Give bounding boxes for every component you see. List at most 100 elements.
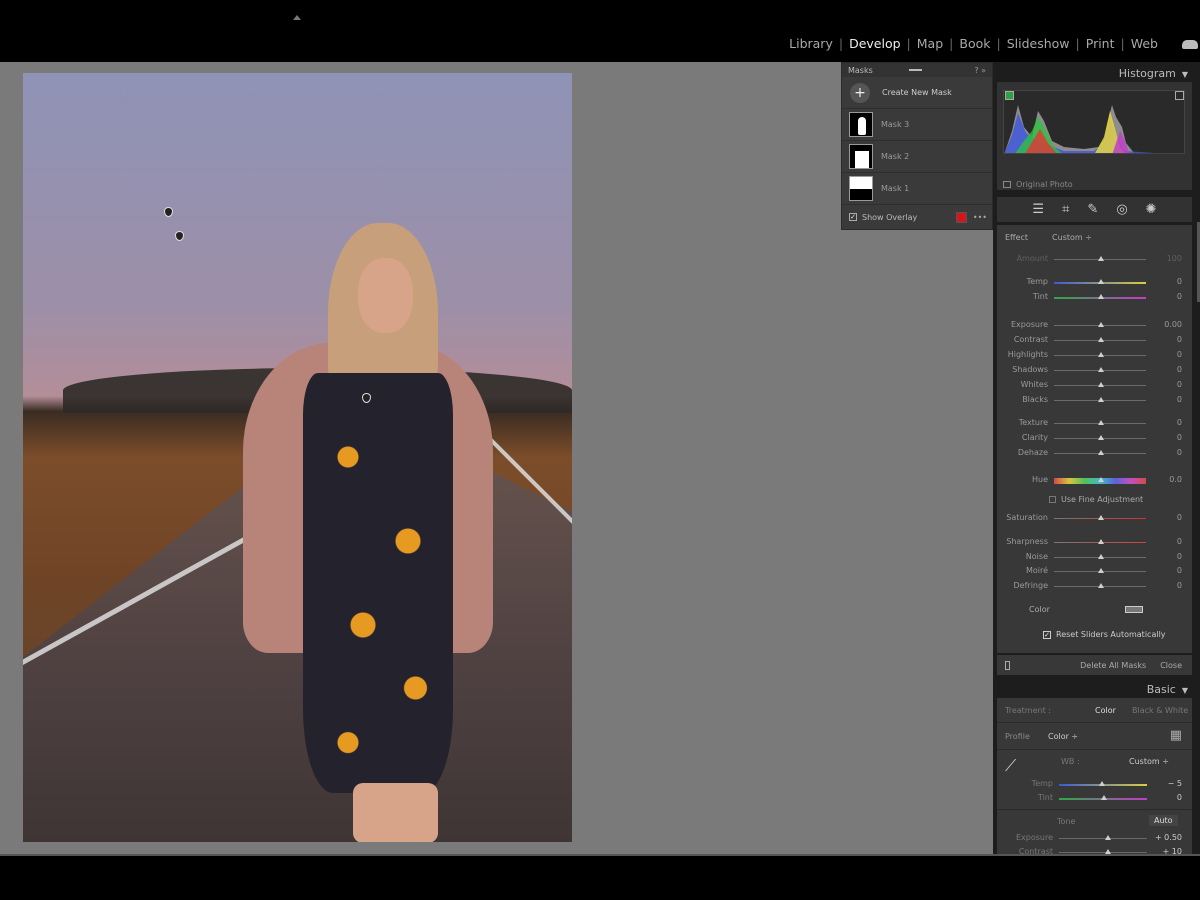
slider-value[interactable]: 0 (1177, 566, 1182, 575)
slider-track[interactable] (1059, 838, 1147, 839)
reset-sliders-toggle[interactable]: ✓ Reset Sliders Automatically (1043, 630, 1166, 639)
panel-switch-icon[interactable] (1005, 660, 1010, 670)
mask-pin-icon[interactable] (164, 207, 173, 217)
slider-saturation[interactable]: Saturation 0 (997, 513, 1192, 525)
slider-knob[interactable] (1098, 515, 1104, 520)
profile-select[interactable]: Color ÷ (1048, 732, 1078, 741)
crop-icon[interactable]: ⌗ (1062, 202, 1069, 217)
slider-value[interactable]: 0 (1177, 350, 1182, 359)
slider-value[interactable]: 0 (1177, 380, 1182, 389)
slider-value[interactable]: 0 (1177, 335, 1182, 344)
reset-sliders-checkbox[interactable]: ✓ (1043, 630, 1051, 639)
module-library[interactable]: Library (783, 36, 839, 51)
healing-icon[interactable]: ✎ (1087, 202, 1098, 217)
slider-sharpness[interactable]: Sharpness 0 (997, 537, 1192, 549)
collapse-top-panel-icon[interactable] (293, 15, 301, 20)
mask-item[interactable]: Mask 3 (842, 109, 992, 141)
slider-knob[interactable] (1098, 279, 1104, 284)
slider-value[interactable]: 0.0 (1169, 475, 1182, 484)
masking-icon[interactable]: ✺ (1146, 202, 1157, 217)
slider-blacks[interactable]: Blacks 0 (997, 395, 1192, 407)
close-masks-button[interactable]: Close (1160, 661, 1182, 670)
slider-knob[interactable] (1098, 397, 1104, 402)
edit-sliders-icon[interactable]: ☰ (1032, 202, 1044, 217)
red-eye-icon[interactable]: ◎ (1116, 202, 1127, 217)
module-book[interactable]: Book (953, 36, 996, 51)
exposure-slider[interactable]: Exposure + 0.50 (997, 833, 1192, 845)
slider-knob[interactable] (1098, 553, 1104, 559)
effect-preset-select[interactable]: Custom ÷ (1052, 233, 1092, 242)
slider-temp[interactable]: Temp 0 (997, 277, 1192, 289)
wb-tint-slider[interactable]: Tint 0 (997, 793, 1192, 805)
slider-knob[interactable] (1098, 294, 1104, 299)
slider-value[interactable]: − 5 (1168, 779, 1182, 788)
cloud-sync-icon[interactable] (1182, 40, 1198, 49)
slider-value[interactable]: 0 (1177, 418, 1182, 427)
slider-knob[interactable] (1098, 582, 1104, 588)
slider-knob[interactable] (1098, 477, 1104, 482)
fine-adjustment-checkbox[interactable] (1049, 496, 1056, 503)
slider-knob[interactable] (1098, 420, 1104, 425)
mask-item[interactable]: Mask 2 (842, 141, 992, 173)
wb-select[interactable]: Custom ÷ (1129, 757, 1169, 766)
show-overlay-checkbox[interactable]: ✓ (849, 213, 857, 221)
slider-value[interactable]: + 0.50 (1155, 833, 1182, 842)
masks-panel-header[interactable]: Masks ? » (842, 63, 992, 77)
color-chip[interactable] (1125, 606, 1143, 613)
highlight-clipping-toggle[interactable] (1175, 91, 1184, 100)
slider-noise[interactable]: Noise 0 (997, 552, 1192, 564)
treatment-bw-button[interactable]: Black & White (1132, 706, 1188, 715)
slider-value[interactable]: 0 (1177, 292, 1182, 301)
module-slideshow[interactable]: Slideshow (1001, 36, 1076, 51)
treatment-color-button[interactable]: Color (1095, 706, 1116, 715)
slider-knob[interactable] (1099, 781, 1105, 786)
mask-pin-icon[interactable] (175, 231, 184, 241)
slider-value[interactable]: 0 (1177, 433, 1182, 442)
slider-hue[interactable]: Hue 0.0 (997, 475, 1192, 487)
module-print[interactable]: Print (1080, 36, 1121, 51)
original-photo-toggle[interactable]: Original Photo (1003, 180, 1073, 189)
slider-value[interactable]: 0 (1177, 448, 1182, 457)
shadow-clipping-toggle[interactable] (1005, 91, 1014, 100)
slider-value[interactable]: 0 (1177, 793, 1182, 802)
slider-knob[interactable] (1098, 352, 1104, 357)
slider-knob[interactable] (1105, 835, 1111, 840)
slider-knob[interactable] (1098, 256, 1104, 261)
slider-value[interactable]: 0 (1177, 395, 1182, 404)
overlay-color-swatch[interactable] (955, 211, 967, 223)
slider-whites[interactable]: Whites 0 (997, 380, 1192, 392)
slider-knob[interactable] (1098, 382, 1104, 387)
slider-knob[interactable] (1098, 367, 1104, 372)
slider-moir[interactable]: Moiré 0 (997, 566, 1192, 578)
slider-knob[interactable] (1098, 568, 1104, 573)
module-develop[interactable]: Develop (843, 36, 906, 51)
slider-value[interactable]: 0 (1177, 513, 1182, 522)
eyedropper-icon[interactable]: ⟋ (1005, 756, 1016, 776)
help-collapse-icon[interactable]: ? » (974, 66, 986, 75)
create-new-mask-button[interactable]: + Create New Mask (842, 77, 992, 109)
photo-preview[interactable] (23, 73, 572, 842)
slider-value[interactable]: 0 (1177, 365, 1182, 374)
slider-knob[interactable] (1098, 322, 1104, 327)
slider-value[interactable]: 0 (1177, 581, 1182, 590)
slider-value[interactable]: 100 (1167, 254, 1182, 263)
module-map[interactable]: Map (911, 36, 949, 51)
slider-knob[interactable] (1098, 539, 1104, 544)
slider-knob[interactable] (1101, 795, 1107, 800)
fine-adjustment-toggle[interactable]: Use Fine Adjustment (1049, 495, 1143, 504)
slider-exposure[interactable]: Exposure 0.00 (997, 320, 1192, 332)
slider-knob[interactable] (1098, 337, 1104, 342)
slider-clarity[interactable]: Clarity 0 (997, 433, 1192, 445)
slider-value[interactable]: 0 (1177, 277, 1182, 286)
slider-texture[interactable]: Texture 0 (997, 418, 1192, 430)
mask-item[interactable]: Mask 1 (842, 173, 992, 205)
histogram[interactable]: Original Photo (997, 82, 1192, 190)
slider-defringe[interactable]: Defringe 0 (997, 581, 1192, 593)
slider-tint[interactable]: Tint 0 (997, 292, 1192, 304)
slider-highlights[interactable]: Highlights 0 (997, 350, 1192, 362)
slider-value[interactable]: 0.00 (1164, 320, 1182, 329)
slider-dehaze[interactable]: Dehaze 0 (997, 448, 1192, 460)
slider-shadows[interactable]: Shadows 0 (997, 365, 1192, 377)
slider-knob[interactable] (1098, 435, 1104, 440)
wb-temp-slider[interactable]: Temp − 5 (997, 779, 1192, 791)
